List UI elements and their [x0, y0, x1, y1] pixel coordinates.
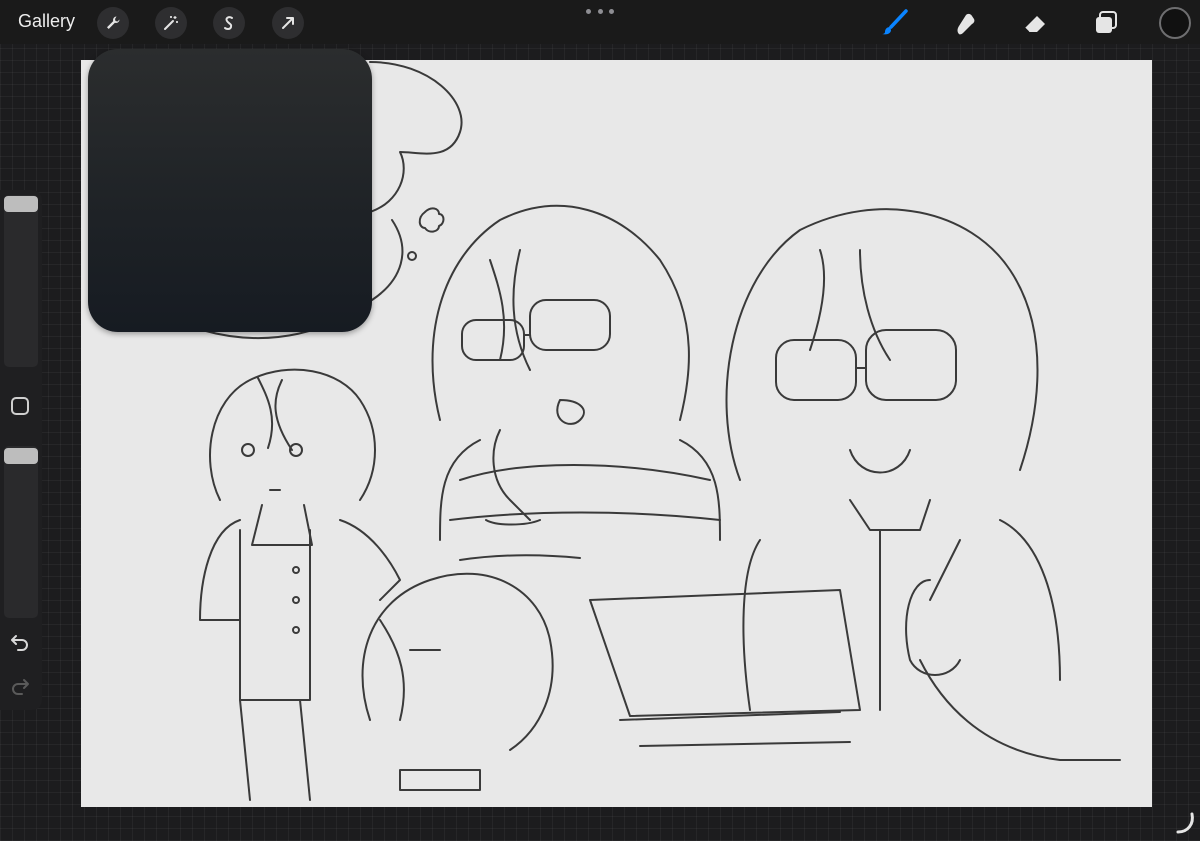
- more-options-icon[interactable]: [586, 4, 614, 18]
- reference-window[interactable]: [88, 49, 372, 332]
- modify-button[interactable]: [11, 397, 29, 415]
- top-toolbar: Gallery: [0, 0, 1200, 44]
- wrench-icon: [107, 16, 120, 29]
- actions-button[interactable]: [97, 7, 129, 39]
- layers-icon: [1096, 11, 1117, 33]
- undo-button[interactable]: [8, 630, 32, 654]
- adjustments-button[interactable]: [155, 7, 187, 39]
- brush-size-slider[interactable]: [4, 195, 38, 367]
- left-sidebar: [0, 190, 42, 710]
- selection-button[interactable]: [213, 7, 245, 39]
- brush-icon: [882, 9, 908, 35]
- selection-icon: [224, 16, 233, 30]
- gallery-button[interactable]: Gallery: [18, 11, 75, 32]
- smudge-tool-button[interactable]: [950, 8, 980, 38]
- color-picker-button[interactable]: [1159, 7, 1191, 39]
- layers-button[interactable]: [1091, 8, 1121, 38]
- opacity-slider[interactable]: [4, 446, 38, 618]
- undo-icon: [11, 635, 28, 651]
- brush-tool-button[interactable]: [879, 8, 909, 38]
- transform-arrow-icon: [282, 17, 294, 29]
- smudge-icon: [957, 13, 975, 35]
- eraser-icon: [1024, 16, 1045, 33]
- magic-wand-icon: [164, 16, 178, 30]
- opacity-handle[interactable]: [4, 448, 38, 464]
- eraser-tool-button[interactable]: [1021, 8, 1051, 38]
- redo-button[interactable]: [8, 674, 32, 698]
- quick-menu-icon[interactable]: [1172, 810, 1198, 836]
- transform-button[interactable]: [272, 7, 304, 39]
- brush-size-handle[interactable]: [4, 196, 38, 212]
- redo-icon: [12, 679, 29, 695]
